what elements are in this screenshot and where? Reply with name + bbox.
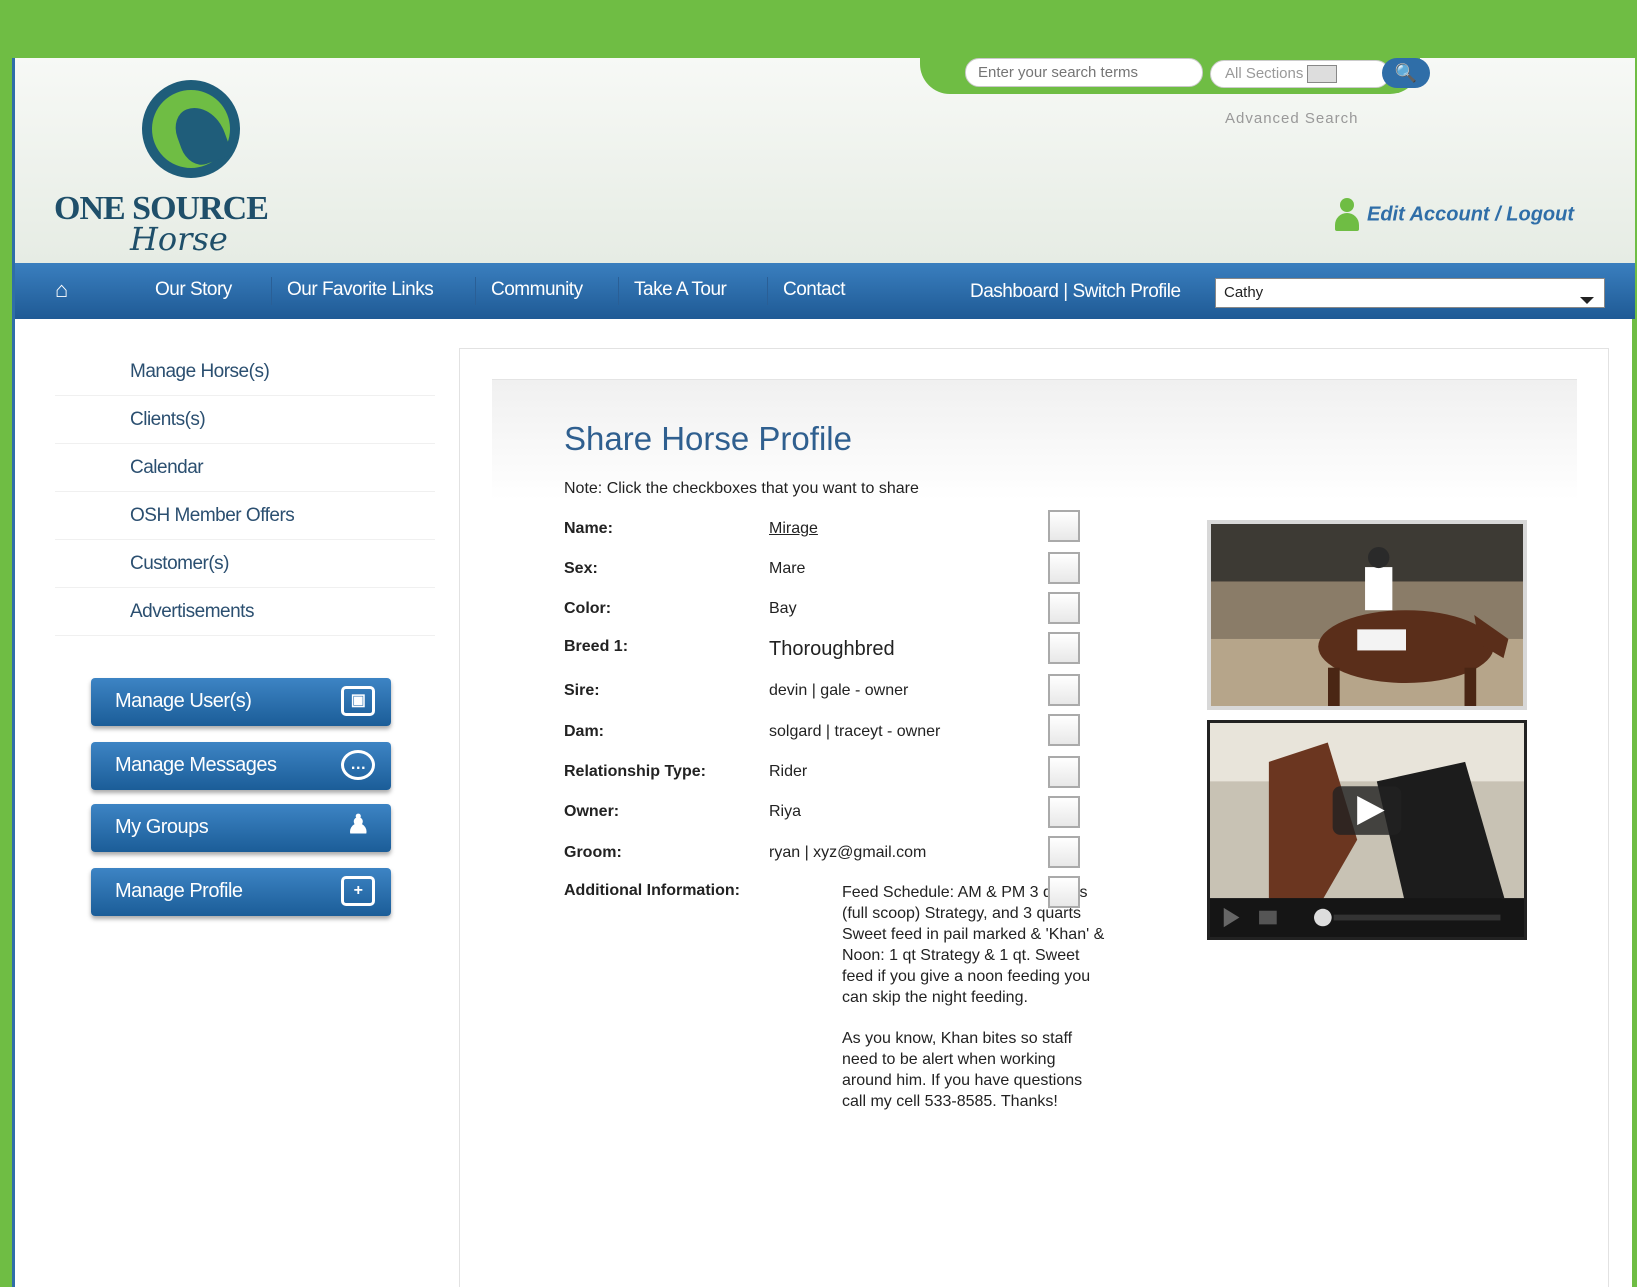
logo-script: Horse [130, 220, 228, 258]
nav-divider [767, 277, 768, 305]
site-logo[interactable]: ONE SOURCE Horse [50, 80, 310, 260]
profile-select[interactable]: Cathy [1215, 278, 1605, 308]
field-value: solgard | traceyt - owner [769, 723, 941, 740]
field-value: Bay [769, 600, 797, 617]
app-shell: ONE SOURCE Horse All Sections 🔍 Advanced… [12, 58, 1635, 1287]
chevron-down-icon [1580, 297, 1594, 304]
site-header: ONE SOURCE Horse All Sections 🔍 Advanced… [15, 58, 1635, 263]
share-checkbox-sex[interactable] [1048, 552, 1080, 584]
horse-head-icon [169, 99, 233, 171]
field-value: Thoroughbred [769, 638, 895, 660]
content-area: Share Horse Profile Note: Click the chec… [459, 348, 1609, 1287]
search-icon: 🔍 [1394, 63, 1418, 83]
manage-users-label: Manage User(s) [115, 690, 252, 712]
sidebar-item-calendar[interactable]: Calendar [55, 444, 435, 492]
field-label: Color: [564, 600, 612, 617]
sidebar-item-clients[interactable]: Clients(s) [55, 396, 435, 444]
share-checkbox-breed[interactable] [1048, 632, 1080, 664]
nav-dashboard-area: Dashboard | Switch Profile [970, 281, 1181, 303]
share-checkbox-additional[interactable] [1048, 876, 1080, 908]
users-icon: ▣ [341, 686, 375, 716]
additional-info: Feed Schedule: AM & PM 3 quarts (full sc… [842, 882, 1107, 1112]
sidebar-item-manage-horses[interactable]: Manage Horse(s) [55, 348, 435, 396]
share-checkbox-relationship[interactable] [1048, 756, 1080, 788]
field-label: Name: [564, 520, 613, 537]
manage-profile-button[interactable]: Manage Profile + [91, 868, 391, 916]
nav-contact[interactable]: Contact [783, 279, 845, 301]
horse-name-link[interactable]: Mirage [769, 520, 818, 538]
page-title: Share Horse Profile [564, 420, 852, 457]
manage-messages-label: Manage Messages [115, 754, 277, 776]
share-profile-panel: Share Horse Profile Note: Click the chec… [492, 379, 1577, 1287]
video-frame [1210, 723, 1524, 937]
nav-divider [475, 277, 476, 305]
nav-favorite-links[interactable]: Our Favorite Links [287, 279, 434, 301]
field-label: Relationship Type: [564, 763, 706, 780]
switch-profile-label: Switch Profile [1072, 281, 1181, 302]
field-value: Mare [769, 560, 806, 577]
my-groups-button[interactable]: My Groups ♟ [91, 804, 391, 852]
advanced-search-link[interactable]: Advanced Search [1225, 110, 1358, 127]
edit-account-link[interactable]: Edit Account / Logout [1335, 198, 1574, 232]
field-label: Sex: [564, 560, 598, 577]
field-label: Additional Information: [564, 882, 740, 899]
field-label: Sire: [564, 682, 600, 699]
profile-card-icon: + [341, 876, 375, 906]
user-icon [1335, 198, 1359, 232]
horse-photo [1207, 520, 1527, 710]
chat-bubble-icon: … [341, 750, 375, 780]
horse-photo-image [1211, 524, 1523, 706]
manage-messages-button[interactable]: Manage Messages … [91, 742, 391, 790]
manage-users-button[interactable]: Manage User(s) ▣ [91, 678, 391, 726]
sections-select[interactable]: All Sections [1210, 60, 1390, 88]
search-input[interactable] [965, 58, 1203, 87]
field-label: Dam: [564, 723, 605, 740]
profile-select-value: Cathy [1224, 284, 1264, 301]
field-value: Riya [769, 803, 802, 820]
nav-dashboard[interactable]: Dashboard | [970, 281, 1068, 302]
manage-profile-label: Manage Profile [115, 880, 243, 902]
group-icon: ♟ [346, 809, 370, 839]
edit-account-label: Edit Account / Logout [1367, 203, 1575, 226]
dropdown-arrow-icon [1307, 65, 1338, 84]
logo-emblem [142, 80, 240, 178]
nav-divider [271, 277, 272, 305]
share-checkbox-color[interactable] [1048, 592, 1080, 624]
share-checkbox-name[interactable] [1048, 510, 1080, 542]
main-nav: ⌂ Our Story Our Favorite Links Community… [15, 263, 1635, 319]
field-label: Breed 1: [564, 638, 629, 655]
share-checkbox-sire[interactable] [1048, 674, 1080, 706]
field-label: Groom: [564, 844, 622, 861]
field-value: devin | gale - owner [769, 682, 909, 699]
nav-our-story[interactable]: Our Story [155, 279, 232, 301]
home-icon[interactable]: ⌂ [55, 277, 68, 303]
sidebar-item-member-offers[interactable]: OSH Member Offers [55, 492, 435, 540]
field-label: Owner: [564, 803, 620, 820]
nav-community[interactable]: Community [491, 279, 583, 301]
share-checkbox-groom[interactable] [1048, 836, 1080, 868]
share-checkbox-dam[interactable] [1048, 714, 1080, 746]
my-groups-label: My Groups [115, 816, 209, 838]
search-button[interactable]: 🔍 [1382, 58, 1430, 88]
page-frame: ONE SOURCE Horse All Sections 🔍 Advanced… [0, 0, 1637, 1287]
sidebar-item-advertisements[interactable]: Advertisements [55, 588, 435, 636]
sidebar-item-customers[interactable]: Customer(s) [55, 540, 435, 588]
field-value: Rider [769, 763, 808, 780]
nav-take-a-tour[interactable]: Take A Tour [634, 279, 727, 301]
instruction-note: Note: Click the checkboxes that you want… [564, 480, 919, 497]
additional-info-p2: As you know, Khan bites so staff need to… [842, 1030, 1083, 1110]
field-value: ryan | xyz@gmail.com [769, 844, 927, 861]
sidebar: Manage Horse(s) Clients(s) Calendar OSH … [55, 348, 435, 636]
video-player[interactable] [1207, 720, 1527, 940]
share-checkbox-owner[interactable] [1048, 796, 1080, 828]
nav-divider [618, 277, 619, 305]
sections-label: All Sections [1225, 65, 1304, 82]
